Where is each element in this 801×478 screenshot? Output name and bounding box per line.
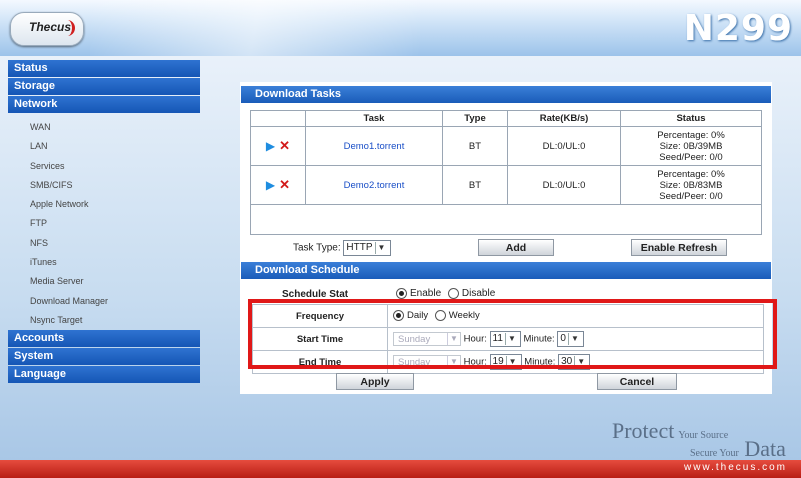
task-rate: DL:0/UL:0: [507, 126, 621, 166]
sidebar-category-language[interactable]: Language: [8, 366, 200, 384]
task-type: BT: [442, 165, 508, 205]
row-actions: ▶ ✕: [250, 126, 306, 166]
row-actions: ▶ ✕: [250, 165, 306, 205]
sidebar-category-storage[interactable]: Storage: [8, 78, 200, 95]
sidebar-item-apple-network[interactable]: Apple Network: [8, 195, 200, 214]
header-banner: Thecus N299: [0, 0, 801, 56]
sidebar-category-system[interactable]: System: [8, 348, 200, 366]
footer-bar: www.thecus.com: [0, 460, 801, 478]
status-size: Size: 0B/39MB: [659, 140, 723, 152]
add-button[interactable]: Add: [478, 239, 554, 256]
status-seed-peer: Seed/Peer: 0/0: [659, 190, 723, 202]
column-header-status: Status: [620, 110, 762, 127]
sidebar-item-download-manager[interactable]: Download Manager: [8, 292, 200, 311]
logo-swoosh-icon: [60, 20, 75, 36]
sidebar-category-status[interactable]: Status: [8, 60, 200, 77]
sidebar-category-accounts[interactable]: Accounts: [8, 330, 200, 348]
task-type-select[interactable]: HTTP ▼: [343, 240, 391, 256]
play-icon[interactable]: ▶: [266, 139, 275, 153]
sidebar-item-services[interactable]: Services: [8, 157, 200, 176]
task-status: Percentage: 0% Size: 0B/83MB Seed/Peer: …: [620, 165, 762, 205]
apply-button[interactable]: Apply: [336, 373, 414, 390]
sidebar-item-lan[interactable]: LAN: [8, 137, 200, 156]
sidebar-item-smb-cifs[interactable]: SMB/CIFS: [8, 176, 200, 195]
sidebar-category-network[interactable]: Network: [8, 96, 200, 113]
sidebar-item-media-server[interactable]: Media Server: [8, 272, 200, 291]
download-schedule-header: Download Schedule: [241, 262, 771, 279]
task-type-label: Task Type:: [293, 242, 341, 254]
sidebar-item-wan[interactable]: WAN: [8, 118, 200, 137]
footer-url[interactable]: www.thecus.com: [684, 462, 787, 473]
chevron-down-icon: ▼: [374, 242, 388, 254]
sidebar-item-itunes[interactable]: iTunes: [8, 253, 200, 272]
status-seed-peer: Seed/Peer: 0/0: [659, 151, 723, 163]
play-icon[interactable]: ▶: [266, 178, 275, 192]
table-header-row: Task Type Rate(KB/s) Status: [250, 110, 762, 127]
column-header-rate: Rate(KB/s): [507, 110, 621, 127]
model-title: N299: [683, 8, 793, 49]
column-header-type: Type: [442, 110, 508, 127]
task-name[interactable]: Demo2.torrent: [305, 165, 443, 205]
brand-slogan-bottom: Secure Your Data: [690, 436, 786, 462]
brand-data: Data: [744, 436, 786, 461]
status-size: Size: 0B/83MB: [659, 179, 723, 191]
header-swoosh: [90, 0, 420, 56]
status-percentage: Percentage: 0%: [657, 129, 725, 141]
enable-radio[interactable]: [396, 288, 407, 299]
task-list-empty-area: [250, 201, 762, 235]
download-tasks-table: Task Type Rate(KB/s) Status ▶ ✕ Demo1.tor…: [250, 110, 762, 205]
sidebar: Status Storage Network WAN LAN Services …: [8, 60, 200, 384]
status-percentage: Percentage: 0%: [657, 168, 725, 180]
enable-refresh-button[interactable]: Enable Refresh: [631, 239, 727, 256]
task-type: BT: [442, 126, 508, 166]
brand-secure-your: Secure Your: [690, 448, 739, 459]
sidebar-item-ftp[interactable]: FTP: [8, 214, 200, 233]
sidebar-item-nsync-target[interactable]: Nsync Target: [8, 311, 200, 330]
task-type-control: Task Type: HTTP ▼: [293, 240, 391, 256]
disable-radio[interactable]: [447, 288, 459, 299]
brand-protect: Protect: [612, 418, 675, 443]
highlight-box: [248, 299, 777, 369]
task-name[interactable]: Demo1.torrent: [305, 126, 443, 166]
sidebar-item-nfs[interactable]: NFS: [8, 234, 200, 253]
schedule-stat-options: Enable Disable: [392, 288, 495, 299]
actions-header: [250, 110, 306, 127]
table-row: ▶ ✕ Demo2.torrent BT DL:0/UL:0 Percentage…: [250, 165, 762, 205]
thecus-logo[interactable]: Thecus: [10, 12, 84, 46]
task-status: Percentage: 0% Size: 0B/39MB Seed/Peer: …: [620, 126, 762, 166]
delete-icon[interactable]: ✕: [279, 138, 290, 153]
task-type-value: HTTP: [346, 242, 373, 253]
disable-label: Disable: [461, 288, 496, 300]
cancel-button[interactable]: Cancel: [597, 373, 677, 390]
table-row: ▶ ✕ Demo1.torrent BT DL:0/UL:0 Percentage…: [250, 126, 762, 166]
column-header-task: Task: [305, 110, 443, 127]
download-tasks-header: Download Tasks: [241, 86, 771, 103]
delete-icon[interactable]: ✕: [279, 177, 290, 192]
task-rate: DL:0/UL:0: [507, 165, 621, 205]
enable-label: Enable: [410, 288, 442, 300]
